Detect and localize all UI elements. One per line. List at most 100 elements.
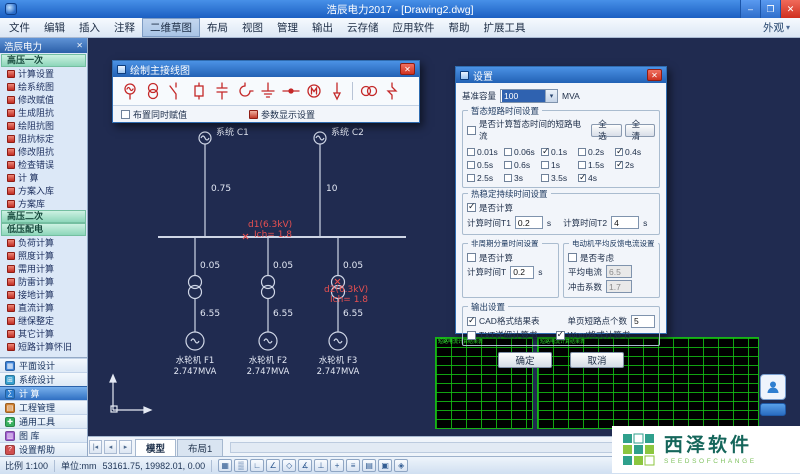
- close-icon[interactable]: ✕: [647, 69, 662, 81]
- menu-item-布局[interactable]: 布局: [200, 18, 235, 37]
- per-page-input[interactable]: [631, 315, 655, 328]
- source-icon[interactable]: [118, 78, 141, 104]
- maximize-button[interactable]: ❐: [760, 0, 780, 18]
- menu-item-云存储[interactable]: 云存储: [340, 18, 386, 37]
- txt-output-checkbox[interactable]: TXT详细计算书: [467, 329, 538, 341]
- ortho-icon[interactable]: ∟: [250, 459, 264, 472]
- tree-item-接地计算[interactable]: 接地计算: [0, 288, 87, 301]
- tab-scroll-right-icon[interactable]: ▸: [119, 440, 132, 454]
- checkbox-icon[interactable]: [467, 203, 476, 212]
- checkbox-icon[interactable]: [504, 148, 512, 156]
- tree-item-防雷计算[interactable]: 防雷计算: [0, 275, 87, 288]
- menu-item-视图[interactable]: 视图: [235, 18, 270, 37]
- tree-section-高压二次[interactable]: 高压二次: [1, 210, 86, 223]
- scale-indicator[interactable]: 比例 1:100: [5, 459, 48, 472]
- tree-item-方案入库[interactable]: 方案入库: [0, 184, 87, 197]
- word-output-checkbox[interactable]: Word格式计算书: [556, 329, 631, 341]
- t1-input[interactable]: [515, 216, 543, 229]
- time-checkbox-0.06s[interactable]: 0.06s: [504, 145, 541, 158]
- tab-scroll-first-icon[interactable]: |◂: [89, 440, 102, 454]
- tree-section-高压一次[interactable]: 高压一次: [1, 54, 86, 67]
- sidebar-close-icon[interactable]: ✕: [76, 41, 83, 50]
- transformer-icon[interactable]: [141, 78, 164, 104]
- time-checkbox-4s[interactable]: 4s: [578, 171, 615, 184]
- capacitor-icon[interactable]: [210, 78, 233, 104]
- checkbox-icon[interactable]: [467, 331, 476, 340]
- nav-item-通用工具[interactable]: ✚通用工具: [0, 414, 87, 428]
- time-checkbox-0.1s[interactable]: 0.1s: [541, 145, 578, 158]
- tab-模型[interactable]: 模型: [135, 439, 176, 456]
- nav-item-图库[interactable]: ▥图 库: [0, 428, 87, 442]
- tree-item-短路计算怀旧[interactable]: 短路计算怀旧: [0, 340, 87, 353]
- checkbox-icon[interactable]: [541, 174, 549, 182]
- checkbox-icon[interactable]: [467, 148, 475, 156]
- aperiodic-calc-checkbox[interactable]: 是否计算: [467, 252, 513, 264]
- param-display-button[interactable]: 参数显示设置: [249, 108, 315, 121]
- avg-current-input[interactable]: [606, 265, 632, 278]
- switch-icon[interactable]: [164, 78, 187, 104]
- checkbox-icon[interactable]: [578, 161, 586, 169]
- checkbox-icon[interactable]: [578, 174, 586, 182]
- checkbox-icon[interactable]: [467, 174, 475, 182]
- tree-item-修改赋值[interactable]: 修改赋值: [0, 93, 87, 106]
- time-checkbox-3s[interactable]: 3s: [504, 171, 541, 184]
- tree-item-需用计算[interactable]: 需用计算: [0, 262, 87, 275]
- nav-item-系统设计[interactable]: ⊞系统设计: [0, 372, 87, 386]
- nav-item-平面设计[interactable]: ▦平面设计: [0, 358, 87, 372]
- assistant-widget[interactable]: [760, 374, 786, 400]
- menu-item-注释[interactable]: 注释: [107, 18, 142, 37]
- nav-item-设置帮助[interactable]: ?设置帮助: [0, 442, 87, 456]
- ducs-icon[interactable]: ⊥: [314, 459, 328, 472]
- ok-button[interactable]: 确定: [498, 352, 552, 368]
- appearance-menu[interactable]: 外观: [755, 20, 798, 35]
- impact-factor-input[interactable]: [606, 280, 632, 293]
- time-checkbox-2s[interactable]: 2s: [615, 158, 652, 171]
- load-icon[interactable]: [325, 78, 348, 104]
- motor-consider-checkbox[interactable]: 是否考虑: [568, 252, 614, 264]
- tab-布局1[interactable]: 布局1: [177, 439, 223, 456]
- select-all-button[interactable]: 全选: [591, 124, 621, 137]
- otrack-icon[interactable]: ∡: [298, 459, 312, 472]
- am-icon[interactable]: ◈: [394, 459, 408, 472]
- thermal-calc-checkbox[interactable]: 是否计算: [467, 202, 513, 214]
- checkbox-icon[interactable]: [568, 253, 577, 262]
- checkbox-icon[interactable]: [615, 161, 623, 169]
- tree-item-方案库[interactable]: 方案库: [0, 197, 87, 210]
- tree-item-修改阻抗[interactable]: 修改阻抗: [0, 145, 87, 158]
- checkbox-icon[interactable]: [504, 174, 512, 182]
- cad-output-checkbox[interactable]: CAD格式结果表: [467, 315, 539, 327]
- transient-calc-checkbox[interactable]: 是否计算暂态时间的短路电流: [467, 118, 587, 142]
- cable-icon[interactable]: [279, 78, 302, 104]
- time-checkbox-0.01s[interactable]: 0.01s: [467, 145, 504, 158]
- settings-dialog-titlebar[interactable]: 设置 ✕: [456, 67, 666, 83]
- checkbox-icon[interactable]: [615, 148, 623, 156]
- double-winding-icon[interactable]: [357, 78, 380, 104]
- checkbox-icon[interactable]: [467, 161, 475, 169]
- wiring-dialog-titlebar[interactable]: 绘制主接线图 ✕: [113, 61, 419, 77]
- polar-icon[interactable]: ∠: [266, 459, 280, 472]
- nav-item-计算[interactable]: ∑计 算: [0, 386, 87, 400]
- checkbox-icon[interactable]: [541, 161, 549, 169]
- t2-input[interactable]: [611, 216, 639, 229]
- close-icon[interactable]: ✕: [400, 63, 415, 75]
- tree-item-检查错误[interactable]: 检查错误: [0, 158, 87, 171]
- menu-item-帮助[interactable]: 帮助: [442, 18, 477, 37]
- breaker-icon[interactable]: [187, 78, 210, 104]
- sc-icon[interactable]: ▣: [378, 459, 392, 472]
- nav-item-工程管理[interactable]: ▤工程管理: [0, 400, 87, 414]
- time-checkbox-0.2s[interactable]: 0.2s: [578, 145, 615, 158]
- arrester-icon[interactable]: [380, 78, 403, 104]
- motor-icon[interactable]: [302, 78, 325, 104]
- checkbox-icon[interactable]: [467, 253, 476, 262]
- tree-item-绘系统图[interactable]: 绘系统图: [0, 80, 87, 93]
- checkbox-icon[interactable]: [121, 110, 130, 119]
- minimize-button[interactable]: –: [740, 0, 760, 18]
- time-checkbox-0.6s[interactable]: 0.6s: [504, 158, 541, 171]
- snap-icon[interactable]: ▦: [218, 459, 232, 472]
- close-button[interactable]: ✕: [780, 0, 800, 18]
- tree-item-计 算[interactable]: 计 算: [0, 171, 87, 184]
- tree-item-继保整定[interactable]: 继保整定: [0, 314, 87, 327]
- menu-item-文件[interactable]: 文件: [2, 18, 37, 37]
- tree-item-照度计算[interactable]: 照度计算: [0, 249, 87, 262]
- time-checkbox-1.5s[interactable]: 1.5s: [578, 158, 615, 171]
